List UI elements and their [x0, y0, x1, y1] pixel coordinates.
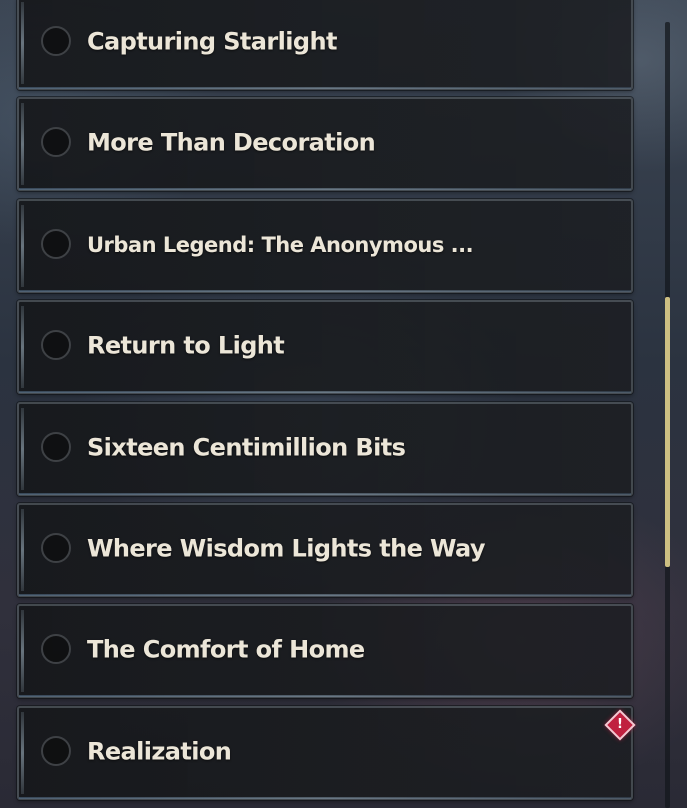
quest-title: Return to Light [87, 331, 285, 360]
quest-title: Where Wisdom Lights the Way [87, 534, 486, 563]
exclamation-diamond-icon: ! [604, 709, 636, 741]
quest-title: Realization [87, 737, 232, 766]
quest-title: Urban Legend: The Anonymous ... [87, 232, 474, 257]
list-item[interactable]: Return to Light [17, 300, 633, 394]
circle-checkbox-icon[interactable] [41, 736, 71, 766]
quest-title: More Than Decoration [87, 128, 376, 157]
circle-checkbox-icon[interactable] [41, 127, 71, 157]
scrollbar-thumb[interactable] [665, 297, 670, 567]
quest-title: Sixteen Centimillion Bits [87, 433, 406, 462]
circle-checkbox-icon[interactable] [41, 634, 71, 664]
quest-list: Capturing Starlight More Than Decoration… [17, 0, 636, 808]
list-item[interactable]: Realization ! [17, 706, 636, 800]
list-item[interactable]: The Comfort of Home [17, 604, 633, 698]
scrollbar[interactable] [665, 22, 670, 808]
list-item[interactable]: Urban Legend: The Anonymous ... [17, 199, 633, 293]
list-item[interactable]: Sixteen Centimillion Bits [17, 402, 633, 496]
circle-checkbox-icon[interactable] [41, 26, 71, 56]
list-item[interactable]: Capturing Starlight [17, 0, 633, 90]
circle-checkbox-icon[interactable] [41, 533, 71, 563]
list-item[interactable]: More Than Decoration [17, 97, 633, 191]
quest-title: Capturing Starlight [87, 27, 337, 56]
circle-checkbox-icon[interactable] [41, 229, 71, 259]
quest-title: The Comfort of Home [87, 635, 365, 664]
circle-checkbox-icon[interactable] [41, 330, 71, 360]
list-item[interactable]: Where Wisdom Lights the Way [17, 503, 633, 597]
circle-checkbox-icon[interactable] [41, 432, 71, 462]
alert-mark: ! [617, 717, 623, 732]
